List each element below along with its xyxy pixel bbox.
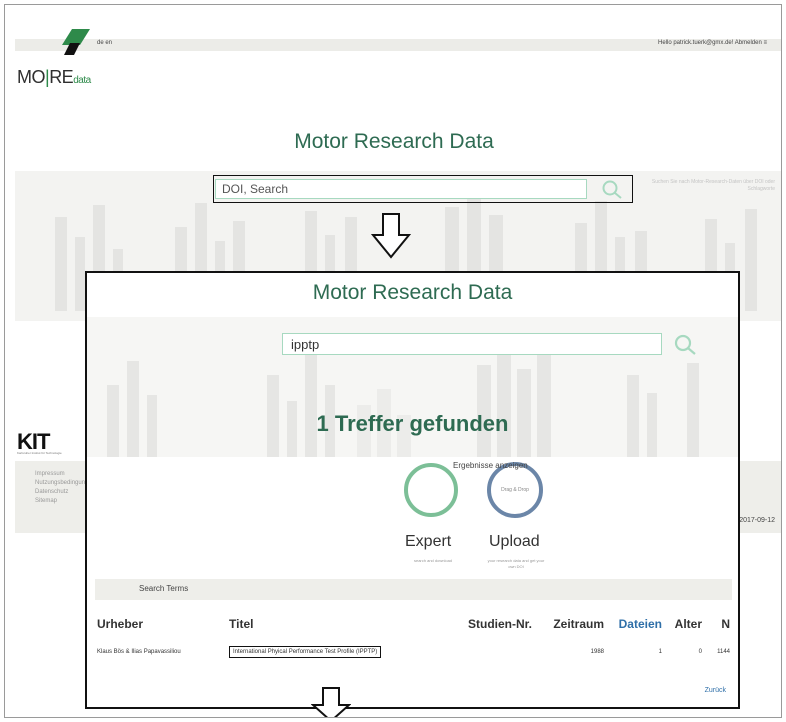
expert-label[interactable]: Expert <box>405 533 451 551</box>
hits-count-heading: 1 Treffer gefunden <box>316 411 509 436</box>
table-row[interactable]: Klaus Bös & Ilias Papavassiliou Internat… <box>95 635 732 669</box>
cell-dateien: 1 <box>658 649 662 655</box>
upload-circle-button[interactable]: Drag & Drop <box>487 462 543 518</box>
down-arrow-icon <box>371 213 411 259</box>
cell-urheber: Klaus Bös & Ilias Papavassiliou <box>97 649 181 655</box>
cell-alter: 0 <box>698 649 702 655</box>
menu-icon[interactable]: ≡ <box>763 40 767 46</box>
user-greeting: Hello patrick.tuerk@gmx.de! <box>657 40 734 46</box>
logout-link[interactable]: Abmelden <box>735 40 762 46</box>
logo-mo: MO <box>17 67 46 87</box>
cell-n: 1144 <box>717 649 730 655</box>
cell-zeitraum: 1988 <box>590 649 604 655</box>
upload-ring-text: Drag & Drop <box>501 487 529 493</box>
table-header-row: Urheber Titel Studien-Nr. Zeitraum Datei… <box>95 613 732 635</box>
search-input[interactable]: ipptp <box>282 333 662 355</box>
panel-title: Motor Research Data <box>312 281 513 304</box>
down-arrow-icon <box>311 687 351 717</box>
results-table: Urheber Titel Studien-Nr. Zeitraum Datei… <box>95 613 732 669</box>
back-search-help: Suchen Sie nach Motor-Research-Daten übe… <box>651 179 775 192</box>
column-header-studien-nr[interactable]: Studien-Nr. <box>452 613 534 635</box>
upload-label[interactable]: Upload <box>489 533 540 551</box>
logo-text[interactable]: MO|REdata <box>17 67 91 88</box>
column-header-dateien[interactable]: Dateien <box>606 613 664 635</box>
search-icon[interactable] <box>674 334 698 356</box>
footer-date: 2017-09-12 <box>739 517 775 524</box>
back-page-title: Motor Research Data <box>294 130 494 153</box>
column-header-zeitraum[interactable]: Zeitraum <box>534 613 606 635</box>
column-header-titel[interactable]: Titel <box>227 613 452 635</box>
ergebnisse-anzeigen-link[interactable]: Ergebnisse anzeigen <box>453 461 528 470</box>
back-link[interactable]: Zurück <box>705 687 726 694</box>
logo-data: data <box>73 75 91 86</box>
screenshot-frame: MO|REdata de en Hello patrick.tuerk@gmx.… <box>4 4 782 718</box>
column-header-alter[interactable]: Alter <box>664 613 704 635</box>
logo-icon <box>62 29 90 55</box>
cell-studien-nr <box>452 635 534 669</box>
upload-subtitle: your research data and get your own DOI <box>487 558 545 569</box>
decorative-bars <box>107 347 699 457</box>
user-menu[interactable]: Hello patrick.tuerk@gmx.de! Abmelden ≡ <box>658 40 767 46</box>
column-header-n[interactable]: N <box>704 613 732 635</box>
kit-subtitle: Karlsruher Institut für Technologie <box>17 451 62 455</box>
expert-circle-button[interactable] <box>404 463 458 517</box>
logo-re: RE <box>49 67 74 87</box>
search-icon[interactable] <box>602 180 624 200</box>
zoomed-results-panel: Motor Research Data ipptp 1 Treffer gefu… <box>85 271 740 709</box>
language-switch[interactable]: de en <box>97 40 112 46</box>
column-header-urheber[interactable]: Urheber <box>95 613 227 635</box>
cell-titel: International Phyical Performance Test P… <box>227 635 452 669</box>
title-link[interactable]: International Phyical Performance Test P… <box>229 646 382 658</box>
expert-subtitle: search and download <box>413 558 453 563</box>
back-search-highlight <box>213 175 633 203</box>
search-terms-bar[interactable]: Search Terms <box>95 579 732 600</box>
